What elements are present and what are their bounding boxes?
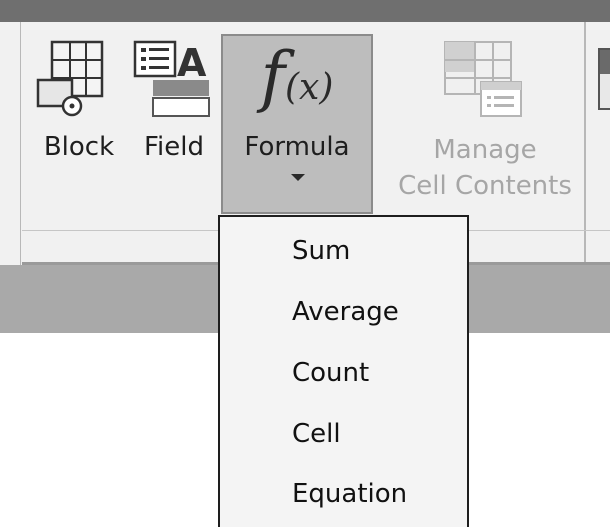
insert-block-icon [36,40,104,117]
svg-text:A: A [177,41,207,85]
field-button-label: Field [143,132,204,162]
partial-button-icon [600,50,610,74]
manage-cell-contents-icon [444,41,522,117]
field-button[interactable]: A Field [133,22,215,215]
manage-cell-contents-button[interactable]: Manage Cell Contents [385,22,585,215]
menu-item-count[interactable]: Count [292,358,369,388]
ribbon-left-separator [20,22,21,265]
menu-item-equation[interactable]: Equation [292,479,407,509]
formula-button[interactable]: f(x) Formula [221,34,373,214]
title-band [0,0,610,22]
formula-dropdown-menu: Sum Average Count Cell Equation [218,215,469,527]
manage-button-label-line1: Manage [433,135,537,165]
formula-icon-x: (x) [285,67,334,108]
chevron-down-icon [291,174,305,181]
formula-icon-f: f [260,38,286,115]
formula-fx-icon: f(x) [223,44,371,110]
partial-ribbon-button[interactable] [598,48,610,110]
menu-item-cell[interactable]: Cell [292,419,341,449]
menu-item-sum[interactable]: Sum [292,236,350,266]
block-button[interactable]: Block [30,22,128,215]
formula-button-label: Formula [244,132,350,162]
insert-field-icon: A [133,40,210,117]
manage-button-label-line2: Cell Contents [398,171,572,201]
menu-item-average[interactable]: Average [292,297,399,327]
block-button-label: Block [43,132,115,162]
